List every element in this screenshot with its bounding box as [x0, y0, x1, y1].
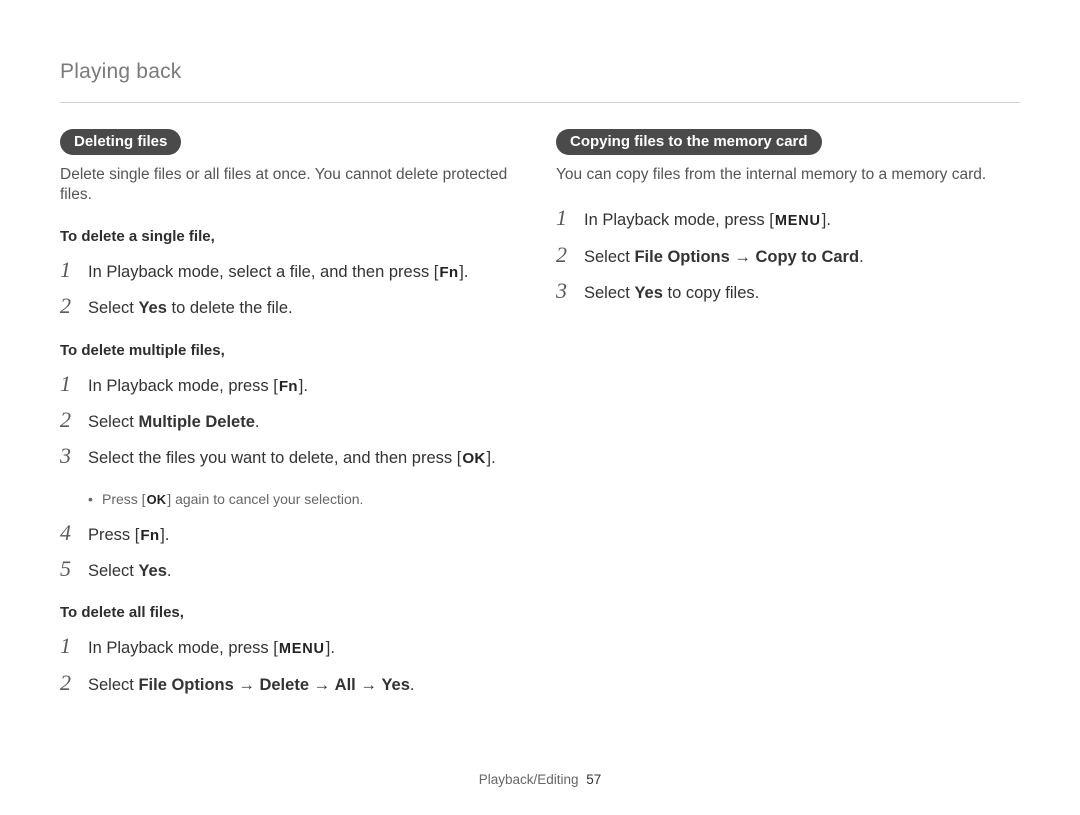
step-text: In Playback mode, press [MENU]. — [88, 635, 335, 660]
step-item: 1 In Playback mode, press [MENU]. — [556, 207, 1020, 232]
step-sub-bullet: • Press [OK] again to cancel your select… — [88, 490, 524, 510]
step-item: 2 Select Multiple Delete. — [60, 409, 524, 433]
step-text: Select File Options → Copy to Card. — [584, 244, 864, 268]
delete-all-steps: 1 In Playback mode, press [MENU]. 2 Sele… — [60, 635, 524, 696]
step-item: 3 Select the files you want to delete, a… — [60, 445, 524, 470]
bullet-dot-icon: • — [88, 490, 102, 510]
page: Playing back Deleting files Delete singl… — [0, 0, 1080, 815]
step-text: Select Yes. — [88, 558, 172, 582]
step-number: 1 — [60, 635, 82, 657]
fn-button-label: Fn — [438, 263, 459, 284]
title-separator — [60, 102, 1020, 103]
step-number: 1 — [556, 207, 578, 229]
deleting-files-pill: Deleting files — [60, 129, 181, 155]
step-item: 2 Select Yes to delete the file. — [60, 295, 524, 319]
sub-bullet-text: Press [OK] again to cancel your selectio… — [102, 490, 363, 510]
left-column: Deleting files Delete single files or al… — [60, 129, 524, 718]
step-item: 4 Press [Fn]. — [60, 522, 524, 547]
step-number: 2 — [60, 672, 82, 694]
step-item: 1 In Playback mode, press [Fn]. — [60, 373, 524, 398]
step-number: 5 — [60, 558, 82, 580]
copy-steps: 1 In Playback mode, press [MENU]. 2 Sele… — [556, 207, 1020, 304]
step-item: 1 In Playback mode, select a file, and t… — [60, 259, 524, 284]
step-item: 5 Select Yes. — [60, 558, 524, 582]
step-number: 3 — [60, 445, 82, 467]
step-number: 1 — [60, 259, 82, 281]
step-number: 2 — [60, 295, 82, 317]
step-number: 2 — [60, 409, 82, 431]
fn-button-label: Fn — [139, 526, 160, 547]
step-text: Select the files you want to delete, and… — [88, 445, 496, 470]
step-item: 3 Select Yes to copy files. — [556, 280, 1020, 304]
footer-section: Playback/Editing — [479, 772, 579, 787]
step-item: 2 Select File Options → Copy to Card. — [556, 244, 1020, 268]
delete-single-heading: To delete a single file, — [60, 228, 524, 245]
step-item: 1 In Playback mode, press [MENU]. — [60, 635, 524, 660]
menu-button-label: MENU — [278, 640, 326, 660]
delete-all-heading: To delete all files, — [60, 604, 524, 621]
page-title: Playing back — [60, 60, 1020, 84]
right-column: Copying files to the memory card You can… — [556, 129, 1020, 718]
step-text: Select Yes to delete the file. — [88, 295, 293, 319]
footer-page-number: 57 — [586, 772, 601, 787]
step-number: 4 — [60, 522, 82, 544]
step-text: Select File Options → Delete → All → Yes… — [88, 672, 414, 696]
delete-multiple-steps: 1 In Playback mode, press [Fn]. 2 Select… — [60, 373, 524, 470]
step-number: 2 — [556, 244, 578, 266]
step-text: Press [Fn]. — [88, 522, 169, 547]
step-number: 3 — [556, 280, 578, 302]
step-item: 2 Select File Options → Delete → All → Y… — [60, 672, 524, 696]
deleting-files-intro: Delete single files or all files at once… — [60, 165, 524, 206]
ok-button-label: OK — [461, 449, 486, 470]
delete-multiple-heading: To delete multiple files, — [60, 342, 524, 359]
step-text: In Playback mode, select a file, and the… — [88, 259, 468, 284]
step-text: In Playback mode, press [MENU]. — [584, 207, 831, 232]
fn-button-label: Fn — [278, 377, 299, 398]
step-text: Select Multiple Delete. — [88, 409, 259, 433]
delete-multiple-steps-cont: 4 Press [Fn]. 5 Select Yes. — [60, 522, 524, 583]
copying-files-pill: Copying files to the memory card — [556, 129, 822, 155]
step-number: 1 — [60, 373, 82, 395]
menu-button-label: MENU — [774, 212, 822, 232]
content-columns: Deleting files Delete single files or al… — [60, 129, 1020, 718]
step-text: Select Yes to copy files. — [584, 280, 759, 304]
step-text: In Playback mode, press [Fn]. — [88, 373, 308, 398]
page-footer: Playback/Editing 57 — [0, 772, 1080, 787]
copying-files-intro: You can copy files from the internal mem… — [556, 165, 1020, 185]
delete-single-steps: 1 In Playback mode, select a file, and t… — [60, 259, 524, 320]
ok-button-label: OK — [146, 491, 168, 509]
